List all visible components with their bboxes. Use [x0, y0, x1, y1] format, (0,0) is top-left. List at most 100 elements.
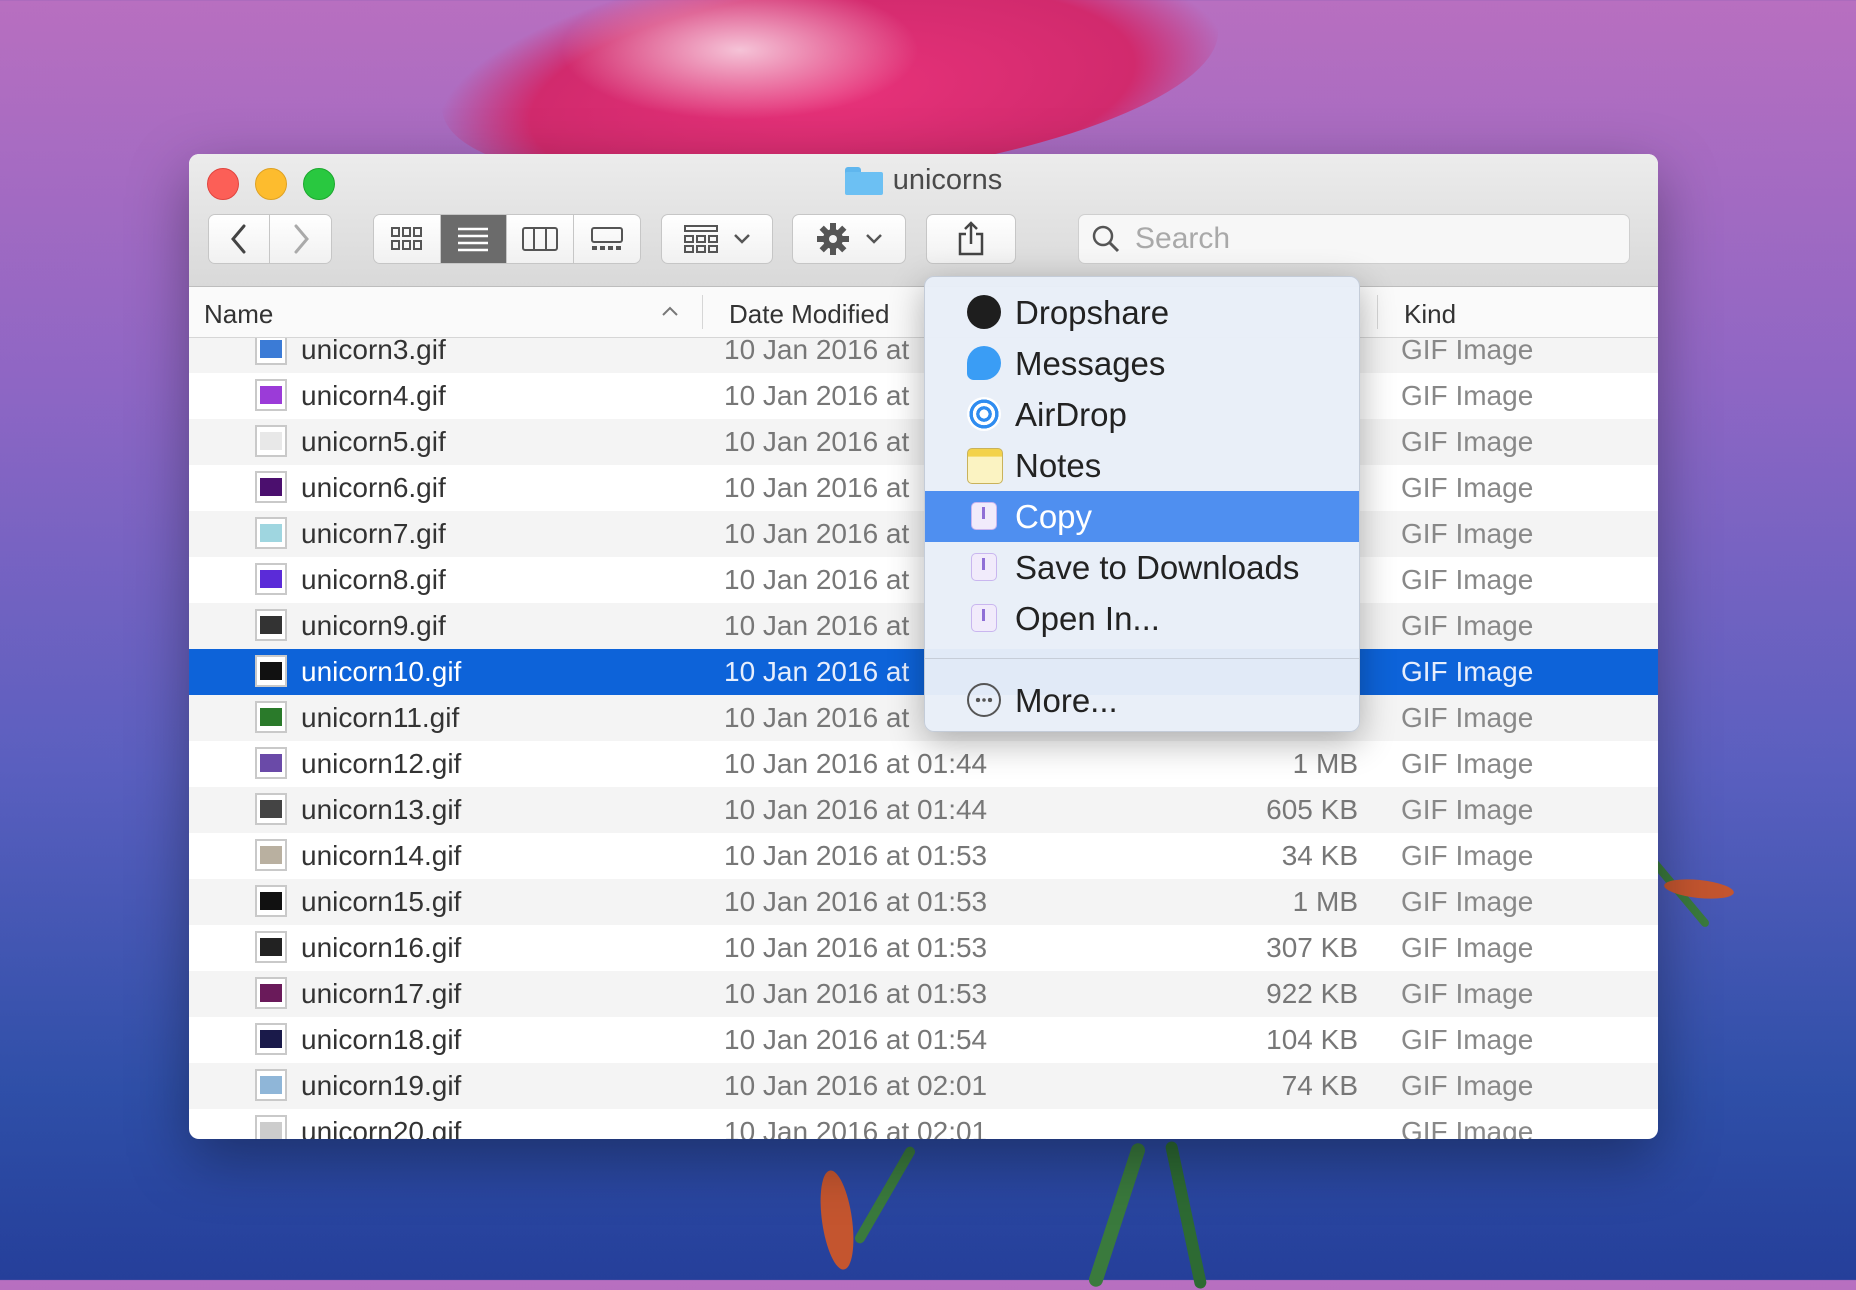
file-row[interactable]: unicorn18.gif 10 Jan 2016 at 01:54 104 KB G… — [189, 1017, 1658, 1063]
file-date-modified: 10 Jan 2016 at 01:53 — [724, 886, 988, 917]
share-button[interactable] — [926, 214, 1016, 264]
file-name: unicorn6.gif — [301, 472, 446, 503]
file-row[interactable]: unicorn17.gif 10 Jan 2016 at 01:53 922 KB G… — [189, 971, 1658, 1017]
file-kind: GIF Image — [1401, 380, 1534, 411]
action-menu-button[interactable] — [792, 214, 906, 264]
file-date-modified: 10 Jan 2016 at 02:01 — [724, 1116, 988, 1139]
file-size: 1 MB — [1292, 886, 1358, 917]
file-kind: GIF Image — [1401, 1024, 1534, 1055]
file-kind: GIF Image — [1401, 472, 1534, 503]
file-row[interactable]: unicorn13.gif 10 Jan 2016 at 01:44 605 KB G… — [189, 787, 1658, 833]
file-kind: GIF Image — [1401, 702, 1534, 733]
gif-thumbnail-icon — [255, 885, 287, 917]
file-name: unicorn4.gif — [301, 380, 446, 411]
sort-ascending-icon[interactable] — [661, 305, 679, 317]
file-row[interactable]: unicorn15.gif 10 Jan 2016 at 01:53 1 MB GIF… — [189, 879, 1658, 925]
gif-thumbnail-icon — [255, 563, 287, 595]
file-row[interactable]: unicorn20.gif 10 Jan 2016 at 02:01 GIF Ima… — [189, 1109, 1658, 1139]
share-menu-item-notes[interactable]: Notes — [925, 440, 1359, 491]
file-kind: GIF Image — [1401, 886, 1534, 917]
file-size: 307 KB — [1266, 932, 1358, 963]
file-date-modified: 10 Jan 2016 at 01:54 — [724, 1024, 988, 1055]
wallpaper-stem — [1087, 1141, 1147, 1289]
file-name: unicorn20.gif — [301, 1116, 462, 1139]
file-size: 1 MB — [1292, 748, 1358, 779]
file-row[interactable]: unicorn19.gif 10 Jan 2016 at 02:01 74 KB GI… — [189, 1063, 1658, 1109]
search-field[interactable] — [1078, 214, 1630, 264]
menu-separator — [925, 658, 1359, 659]
share-menu-item-airdrop[interactable]: AirDrop — [925, 389, 1359, 440]
chevron-down-icon — [866, 234, 882, 244]
share-menu-item-save-to-downloads[interactable]: Save to Downloads — [925, 542, 1359, 593]
search-input[interactable] — [1133, 221, 1617, 257]
group-by-button[interactable] — [661, 214, 773, 264]
chevron-right-icon — [294, 224, 309, 254]
file-kind: GIF Image — [1401, 1070, 1534, 1101]
share-menu-item-dropshare[interactable]: Dropshare — [925, 287, 1359, 338]
gif-thumbnail-icon — [255, 1023, 287, 1055]
file-name: unicorn3.gif — [301, 338, 446, 365]
share-menu-item-copy[interactable]: Copy — [925, 491, 1359, 542]
forward-button[interactable] — [270, 215, 331, 263]
gif-thumbnail-icon — [255, 1115, 287, 1139]
gif-thumbnail-icon — [255, 655, 287, 687]
gif-thumbnail-icon — [255, 609, 287, 641]
navigation-buttons — [208, 214, 332, 264]
file-date-modified: 10 Jan 2016 at 01:53 — [724, 932, 988, 963]
file-date-modified: 10 Jan 2016 at 01:44 — [724, 748, 988, 779]
list-view-button[interactable] — [440, 215, 507, 263]
file-kind: GIF Image — [1401, 748, 1534, 779]
file-name: unicorn9.gif — [301, 610, 446, 641]
share-icon — [971, 502, 997, 530]
file-row[interactable]: unicorn16.gif 10 Jan 2016 at 01:53 307 KB G… — [189, 925, 1658, 971]
share-menu-item-more[interactable]: More... — [925, 675, 1359, 726]
date-modified-column-header[interactable]: Date Modified — [729, 299, 889, 330]
gif-thumbnail-icon — [255, 977, 287, 1009]
gear-icon — [817, 223, 849, 255]
share-menu-item-messages[interactable]: Messages — [925, 338, 1359, 389]
gif-thumbnail-icon — [255, 379, 287, 411]
column-view-icon — [521, 227, 558, 251]
dropshare-icon — [967, 295, 1001, 329]
icon-view-button[interactable] — [374, 215, 441, 263]
share-icon — [971, 604, 997, 632]
toolbar: unicorns — [189, 154, 1658, 287]
chevron-down-icon — [734, 234, 750, 244]
file-date-modified: 10 Jan 2016 at 01:53 — [724, 840, 988, 871]
file-row[interactable]: unicorn14.gif 10 Jan 2016 at 01:53 34 KB GI… — [189, 833, 1658, 879]
gif-thumbnail-icon — [255, 1069, 287, 1101]
gif-thumbnail-icon — [255, 747, 287, 779]
file-date-modified: 10 Jan 2016 at — [724, 518, 910, 549]
file-date-modified: 10 Jan 2016 at — [724, 610, 910, 641]
wallpaper-stem — [1164, 1140, 1208, 1290]
search-icon — [1092, 225, 1120, 253]
notes-icon — [967, 448, 1003, 484]
gallery-view-button[interactable] — [573, 215, 640, 263]
file-size: 34 KB — [1281, 840, 1358, 871]
file-name: unicorn12.gif — [301, 748, 462, 779]
file-name: unicorn10.gif — [301, 656, 462, 687]
file-size: 74 KB — [1281, 1070, 1358, 1101]
view-mode-control — [373, 214, 641, 264]
column-divider[interactable] — [702, 295, 703, 329]
file-name: unicorn18.gif — [301, 1024, 462, 1055]
window-title-label: unicorns — [892, 164, 1003, 196]
file-date-modified: 10 Jan 2016 at — [724, 338, 910, 365]
share-menu-item-open-in[interactable]: Open In... — [925, 593, 1359, 644]
column-divider[interactable] — [1377, 295, 1378, 329]
file-name: unicorn13.gif — [301, 794, 462, 825]
name-column-header[interactable]: Name — [204, 299, 273, 330]
file-size: 605 KB — [1266, 794, 1358, 825]
back-button[interactable] — [209, 215, 271, 263]
airdrop-icon — [967, 397, 1001, 431]
file-row[interactable]: unicorn12.gif 10 Jan 2016 at 01:44 1 MB GIF… — [189, 741, 1658, 787]
file-date-modified: 10 Jan 2016 at — [724, 380, 910, 411]
gif-thumbnail-icon — [255, 471, 287, 503]
kind-column-header[interactable]: Kind — [1404, 299, 1456, 330]
file-kind: GIF Image — [1401, 978, 1534, 1009]
gif-thumbnail-icon — [255, 793, 287, 825]
column-view-button[interactable] — [507, 215, 574, 263]
file-kind: GIF Image — [1401, 564, 1534, 595]
file-kind: GIF Image — [1401, 426, 1534, 457]
file-date-modified: 10 Jan 2016 at — [724, 426, 910, 457]
